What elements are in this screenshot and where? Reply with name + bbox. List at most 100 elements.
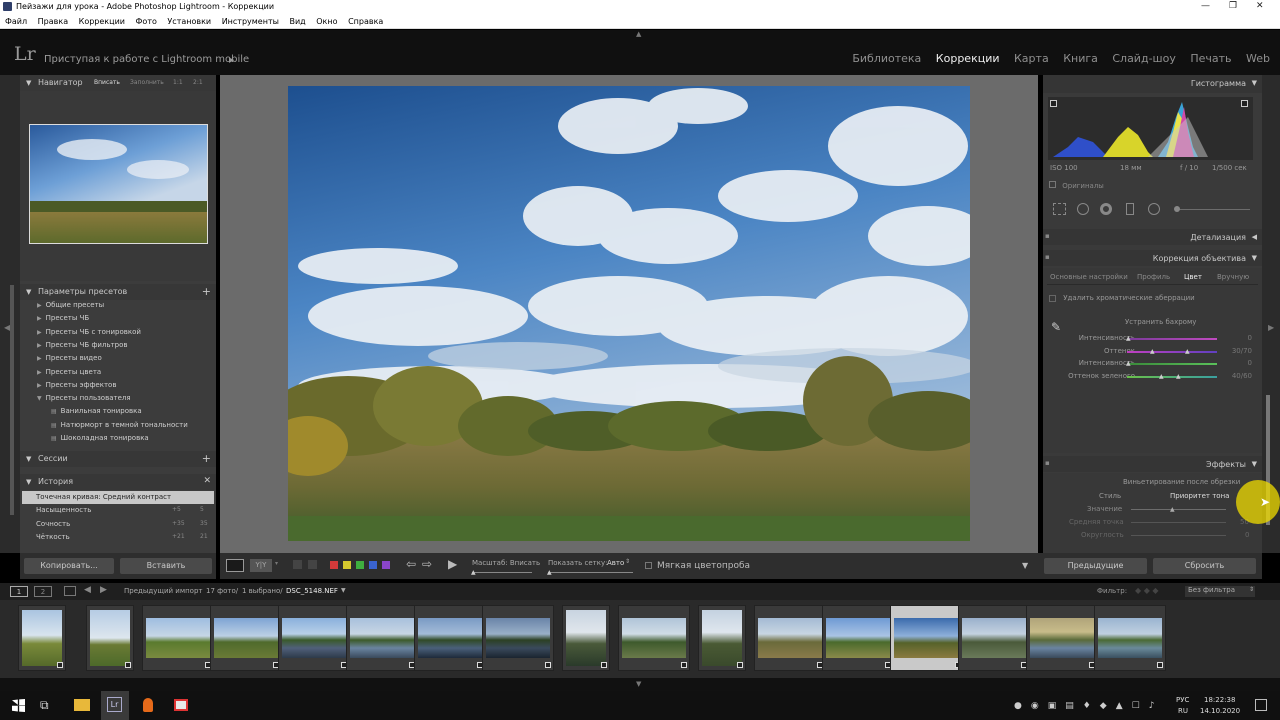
language-indicator[interactable]: РУС (1176, 696, 1189, 704)
zoom-slider[interactable] (472, 572, 532, 573)
previous-button[interactable]: Предыдущие (1044, 558, 1147, 574)
filmstrip-thumbnail[interactable] (822, 605, 894, 671)
brush-slider[interactable] (1175, 209, 1250, 210)
file-dropdown-icon[interactable]: ▼ (341, 587, 346, 594)
next-photo-icon[interactable]: ⇨ (422, 557, 432, 571)
history-item[interactable]: Чёткость +21 21 (22, 531, 214, 544)
menu-item-file[interactable]: Файл (5, 17, 27, 26)
left-scrollbar[interactable] (10, 285, 14, 515)
defringe-slider[interactable] (1127, 376, 1217, 379)
filmstrip-thumbnail[interactable] (18, 605, 66, 671)
notifications-icon[interactable] (1255, 699, 1267, 711)
color-label-swatch[interactable] (369, 561, 377, 569)
zoom-2-1[interactable]: 2:1 (193, 79, 203, 86)
filmstrip-thumbnail[interactable] (346, 605, 418, 671)
module-library[interactable]: Библиотека (852, 52, 921, 65)
filter-dropdown[interactable]: Без фильтра (1185, 586, 1255, 597)
originals-row[interactable]: Оригиналы (1049, 181, 1104, 190)
preset-item[interactable]: ▶ Пресеты ЧБ с тонировкой (37, 328, 141, 336)
detail-header[interactable]: Детализация ◀ ▪ (1043, 229, 1262, 245)
start-icon[interactable] (12, 699, 25, 712)
filmstrip-thumbnail[interactable] (414, 605, 486, 671)
defringe-slider-knob[interactable]: ▲ (1185, 348, 1190, 355)
filmstrip-thumbnail[interactable] (1094, 605, 1166, 671)
loupe-view-icon[interactable] (226, 559, 244, 572)
menu-item-tools[interactable]: Инструменты (222, 17, 279, 26)
filmstrip-thumbnail[interactable] (958, 605, 1030, 671)
tab-basic[interactable]: Основные настройки (1050, 273, 1128, 281)
main-photo[interactable] (288, 86, 970, 541)
histogram-graph[interactable] (1048, 97, 1253, 160)
defringe-slider-knob[interactable]: ▲ (1126, 360, 1131, 367)
grid-dropdown[interactable]: Авто (607, 559, 624, 567)
filmstrip-thumbnail[interactable] (210, 605, 282, 671)
defringe-slider-knob[interactable]: ▲ (1159, 373, 1164, 380)
mobile-arrow-icon[interactable]: ▶ (229, 56, 234, 64)
navigator-preview[interactable] (29, 124, 208, 244)
defringe-slider-knob[interactable]: ▲ (1176, 373, 1181, 380)
collapse-top-icon[interactable]: ▲ (636, 30, 641, 38)
add-preset-icon[interactable]: + (202, 285, 211, 298)
crop-icon[interactable] (1053, 203, 1066, 215)
filmstrip-thumbnail[interactable] (142, 605, 214, 671)
amount-slider[interactable] (1131, 509, 1226, 510)
preset-item[interactable]: ▶ Пресеты эффектов (37, 381, 116, 389)
preset-item[interactable]: ▶ Пресеты ЧБ (37, 314, 89, 322)
menu-item-help[interactable]: Справка (348, 17, 383, 26)
preset-item[interactable]: ▶ Пресеты ЧБ фильтров (37, 341, 128, 349)
module-develop[interactable]: Коррекции (936, 52, 1000, 65)
graduated-filter-icon[interactable] (1126, 203, 1134, 215)
collapse-bottom-icon[interactable]: ▼ (636, 680, 641, 688)
grid-slider-knob[interactable]: ▲ (547, 569, 552, 576)
menu-item-window[interactable]: Окно (316, 17, 337, 26)
color-label-swatch[interactable] (356, 561, 364, 569)
grid-view-icon[interactable] (64, 586, 76, 596)
flag-icon[interactable] (293, 560, 302, 569)
grid-slider[interactable] (548, 572, 633, 573)
module-slideshow[interactable]: Слайд-шоу (1112, 52, 1175, 65)
color-label-swatch[interactable] (330, 561, 338, 569)
filmstrip-thumbnail[interactable] (890, 605, 964, 671)
radial-filter-icon[interactable] (1148, 203, 1160, 215)
minimize-icon[interactable]: — (1201, 1, 1210, 11)
roundness-slider[interactable] (1131, 535, 1226, 536)
filmstrip-thumbnail[interactable] (482, 605, 554, 671)
brush-slider-knob[interactable] (1174, 206, 1180, 212)
copy-button[interactable]: Копировать... (24, 558, 114, 574)
eyedropper-icon[interactable]: ✎ (1051, 320, 1061, 334)
source-label[interactable]: Предыдущий импорт (124, 587, 203, 595)
media-app-icon[interactable] (174, 699, 188, 711)
module-web[interactable]: Web (1246, 52, 1270, 65)
color-label-swatch[interactable] (382, 561, 390, 569)
toolbar-menu-icon[interactable]: ▼ (1022, 561, 1028, 570)
zoom-1-1[interactable]: 1:1 (173, 79, 183, 86)
tab-color[interactable]: Цвет (1184, 273, 1202, 281)
prev-photo-icon[interactable]: ⇦ (406, 557, 416, 571)
histogram-header[interactable]: Гистограмма ▼ (1043, 75, 1262, 93)
filmstrip-thumbnail[interactable] (1026, 605, 1098, 671)
recorder-icon[interactable] (143, 698, 153, 712)
filmstrip-thumbnail[interactable] (278, 605, 350, 671)
history-header[interactable]: ▼ История ✕ (20, 474, 216, 490)
add-session-icon[interactable]: + (202, 452, 211, 465)
zoom-slider-knob[interactable]: ▲ (471, 569, 476, 576)
module-map[interactable]: Карта (1014, 52, 1049, 65)
zoom-fit[interactable]: Вписать (94, 79, 120, 86)
preset-item[interactable]: ▶ Общие пресеты (37, 301, 104, 309)
filmstrip-thumbnail[interactable] (618, 605, 690, 671)
preset-item[interactable]: ▶ Пресеты цвета (37, 368, 101, 376)
spot-removal-icon[interactable] (1077, 203, 1089, 215)
tray-icons[interactable]: ●◉▣▤♦◆▲☐♪ (1014, 701, 1163, 711)
filmstrip-thumbnail[interactable] (754, 605, 826, 671)
menu-item-edit[interactable]: Правка (38, 17, 68, 26)
window-2-button[interactable]: 2 (34, 586, 52, 597)
preset-item[interactable]: ▶ Пресеты видео (37, 354, 102, 362)
preset-item[interactable]: ▤ Шоколадная тонировка (51, 434, 149, 442)
slideshow-play-icon[interactable]: ▶ (448, 557, 457, 571)
filmstrip-prev-icon[interactable]: ◀ (84, 585, 91, 595)
zoom-fill[interactable]: Заполнить (130, 79, 164, 86)
filter-flags-icon[interactable]: ◆ ◆ ◆ (1135, 586, 1159, 595)
presets-header[interactable]: ▼ Параметры пресетов + (20, 284, 216, 300)
preset-item[interactable]: ▼ Пресеты пользователя (37, 394, 131, 402)
reset-button[interactable]: Сбросить (1153, 558, 1256, 574)
